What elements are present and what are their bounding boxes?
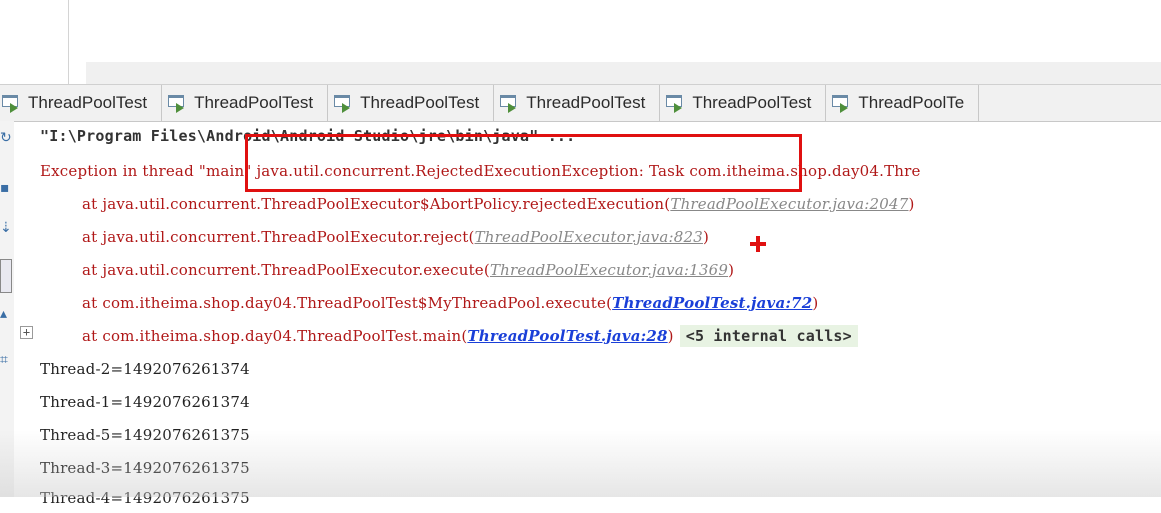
stack-frame-link[interactable]: ThreadPoolExecutor.java:823 <box>475 228 703 246</box>
top-toolbar-strip <box>86 62 1161 84</box>
tab-label: ThreadPoolTest <box>194 93 314 112</box>
output-line: Thread-5=1492076261375 <box>40 426 250 444</box>
run-config-icon <box>664 93 686 113</box>
run-config-icon <box>830 93 852 113</box>
stack-frame: at com.itheima.shop.day04.ThreadPoolTest… <box>82 294 819 312</box>
tab-threadpooltest-1[interactable]: ThreadPoolTest <box>0 85 163 121</box>
run-config-icon <box>166 93 188 113</box>
output-line: Thread-2=1492076261374 <box>40 360 250 378</box>
tab-threadpooltest-3[interactable]: ThreadPoolTest <box>328 85 495 121</box>
run-tabs-bar: ThreadPoolTest ThreadPoolTest ThreadPool… <box>0 84 1161 122</box>
stack-frame-link[interactable]: ThreadPoolTest.java:72 <box>612 294 812 312</box>
stack-frame-text: at java.util.concurrent.ThreadPoolExecut… <box>82 228 469 246</box>
tab-label: ThreadPoolTest <box>360 93 480 112</box>
stack-frame-text: at com.itheima.shop.day04.ThreadPoolTest… <box>82 294 607 312</box>
tab-label: ThreadPoolTest <box>28 93 148 112</box>
tab-label: ThreadPoolTe <box>858 93 965 112</box>
tab-threadpooltest-6[interactable]: ThreadPoolTe <box>826 85 980 121</box>
output-line: Thread-1=1492076261374 <box>40 393 250 411</box>
stack-frame: at com.itheima.shop.day04.ThreadPoolTest… <box>82 321 858 351</box>
cursor-crosshair-icon <box>750 236 766 252</box>
tab-label: ThreadPoolTest <box>526 93 646 112</box>
output-line: Thread-4=1492076261375 <box>40 489 250 507</box>
tab-threadpooltest-2[interactable]: ThreadPoolTest <box>162 85 329 121</box>
output-line: Thread-3=1492076261375 <box>40 459 250 477</box>
internal-calls-fold[interactable]: <5 internal calls> <box>679 325 858 347</box>
tab-threadpooltest-5[interactable]: ThreadPoolTest <box>660 85 827 121</box>
stack-frame-link[interactable]: ThreadPoolTest.java:28 <box>467 327 667 345</box>
tab-label: ThreadPoolTest <box>692 93 812 112</box>
annotation-highlight-box <box>245 134 802 192</box>
stack-frame-link[interactable]: ThreadPoolExecutor.java:2047 <box>670 195 908 213</box>
plus-expand-icon[interactable]: + <box>20 326 33 339</box>
top-divider <box>68 0 69 84</box>
run-config-icon <box>498 93 520 113</box>
stack-frame-text: at com.itheima.shop.day04.ThreadPoolTest… <box>82 327 462 345</box>
run-config-icon <box>332 93 354 113</box>
stack-frame-link[interactable]: ThreadPoolExecutor.java:1369 <box>490 261 728 279</box>
stack-frame-text: at java.util.concurrent.ThreadPoolExecut… <box>82 195 665 213</box>
run-config-icon <box>0 93 22 113</box>
stack-frame: at java.util.concurrent.ThreadPoolExecut… <box>82 261 735 279</box>
stack-frame: at java.util.concurrent.ThreadPoolExecut… <box>82 195 915 213</box>
stack-frame-text: at java.util.concurrent.ThreadPoolExecut… <box>82 261 484 279</box>
editor-top-area <box>0 0 1161 84</box>
tab-threadpooltest-4[interactable]: ThreadPoolTest <box>494 85 661 121</box>
stack-frame: at java.util.concurrent.ThreadPoolExecut… <box>82 228 710 246</box>
